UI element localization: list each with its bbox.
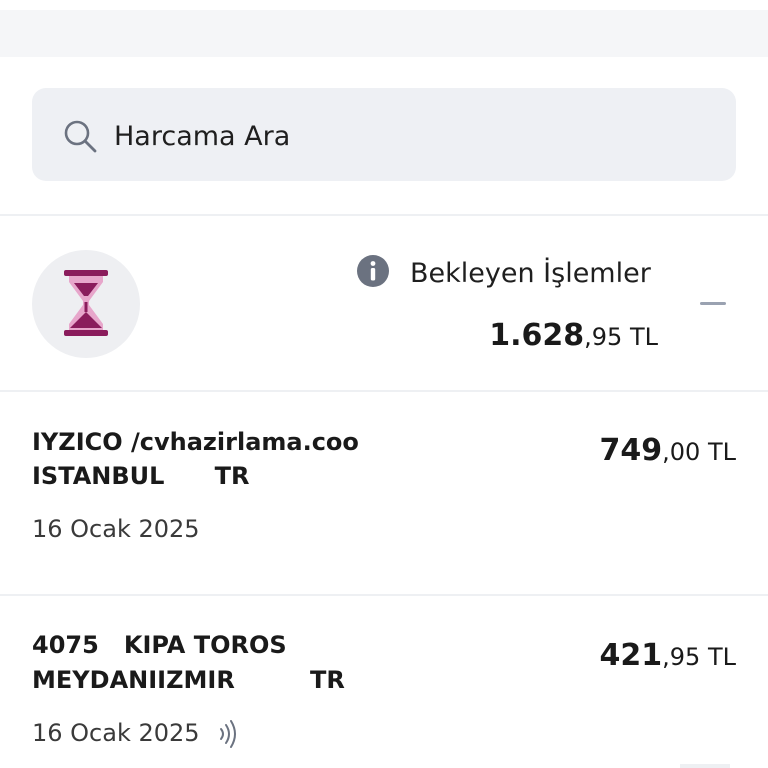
transaction-merchant-line1: IYZICO /cvhazirlama.coo bbox=[32, 428, 359, 456]
transaction-merchant-line2: MEYDANIIZMIR TR bbox=[32, 666, 345, 694]
divider bbox=[0, 214, 768, 216]
pending-amount-currency: TL bbox=[622, 323, 658, 351]
transaction-amount-integer: 749 bbox=[599, 433, 663, 468]
transaction-amount-integer: 421 bbox=[599, 638, 663, 673]
top-header-strip bbox=[0, 0, 768, 57]
transaction-amount-decimal: ,95 bbox=[662, 643, 701, 671]
transaction-amount: 749,00 TL bbox=[600, 429, 736, 477]
transaction-amount: 421,95 TL bbox=[600, 634, 736, 682]
minus-icon bbox=[700, 302, 726, 305]
transaction-amount-currency: TL bbox=[700, 643, 736, 671]
search-icon bbox=[64, 120, 97, 153]
pending-amount-integer: 1.628 bbox=[489, 318, 585, 353]
transaction-date: 16 Ocak 2025 bbox=[32, 719, 200, 747]
collapse-button[interactable] bbox=[698, 288, 728, 318]
search-input[interactable] bbox=[114, 110, 714, 162]
pending-label: Bekleyen İşlemler bbox=[410, 258, 651, 289]
hourglass-icon bbox=[64, 270, 108, 336]
transaction-row[interactable]: 4075 KIPA TOROS MEYDANIIZMIR TR 16 Ocak … bbox=[0, 596, 768, 768]
pending-amount: 1.628,95 TL bbox=[489, 314, 658, 362]
top-header-edge bbox=[0, 0, 768, 10]
contactless-icon bbox=[220, 720, 237, 748]
info-icon[interactable] bbox=[356, 254, 390, 288]
transaction-date-row: 16 Ocak 2025 bbox=[32, 716, 239, 750]
transaction-row[interactable]: IYZICO /cvhazirlama.coo ISTANBUL TR 16 O… bbox=[0, 391, 768, 594]
pending-amount-decimal: ,95 bbox=[584, 323, 623, 351]
transactions-screen: Bekleyen İşlemler 1.628,95 TL IYZICO /cv… bbox=[0, 0, 768, 768]
transaction-merchant-line2: ISTANBUL TR bbox=[32, 462, 250, 490]
transaction-amount-decimal: ,00 bbox=[662, 438, 701, 466]
transaction-date: 16 Ocak 2025 bbox=[32, 515, 200, 543]
transaction-merchant-line1: 4075 KIPA TOROS bbox=[32, 631, 287, 659]
divider bbox=[680, 764, 730, 768]
transaction-amount-currency: TL bbox=[700, 438, 736, 466]
